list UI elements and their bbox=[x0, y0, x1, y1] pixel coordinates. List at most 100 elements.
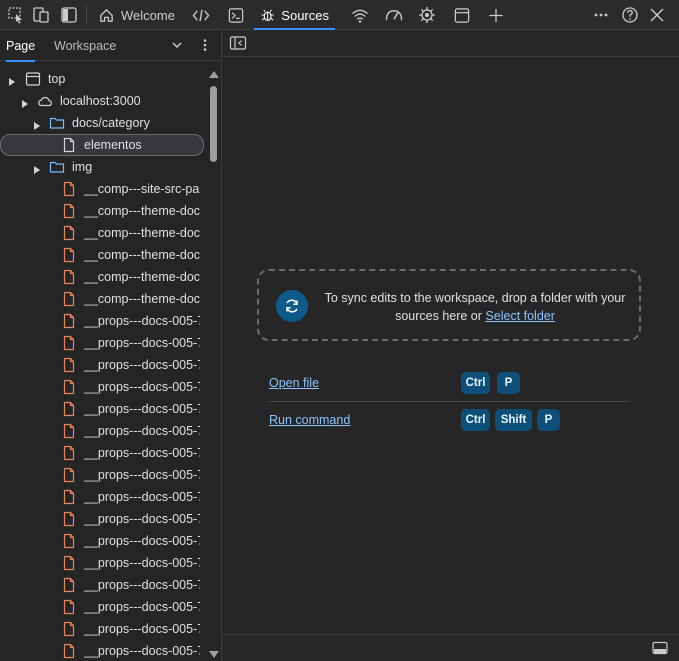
tree-item[interactable]: img bbox=[0, 156, 206, 178]
js-file-icon bbox=[61, 247, 77, 263]
collapse-arrow-icon[interactable] bbox=[33, 163, 41, 174]
tree-item[interactable]: docs/category bbox=[0, 112, 206, 134]
tab-label: Sources bbox=[281, 7, 329, 23]
tab-memory[interactable] bbox=[412, 0, 442, 30]
workspace-drop-zone[interactable]: To sync edits to the workspace, drop a f… bbox=[257, 269, 641, 341]
tab-elements[interactable] bbox=[185, 0, 217, 30]
tree-item[interactable]: __props---docs-005-7... bbox=[0, 464, 206, 486]
collapse-arrow-icon[interactable] bbox=[33, 119, 41, 130]
sync-icon bbox=[276, 290, 308, 322]
tree-item-label: __props---docs-005-7... bbox=[84, 424, 200, 438]
tab-performance[interactable] bbox=[378, 0, 410, 30]
expand-arrow-icon[interactable] bbox=[8, 75, 16, 86]
tree-item[interactable]: __props---docs-005-7... bbox=[0, 618, 206, 640]
js-file-icon bbox=[61, 269, 77, 285]
tab-sources[interactable]: Sources bbox=[254, 0, 335, 30]
close-icon[interactable] bbox=[646, 4, 668, 26]
help-icon[interactable] bbox=[619, 4, 641, 26]
scroll-down-arrow[interactable] bbox=[209, 651, 219, 658]
tree-item[interactable]: __props---docs-005-7... bbox=[0, 552, 206, 574]
tree-item[interactable]: __props---docs-005-7... bbox=[0, 354, 206, 376]
expand-arrow-icon[interactable] bbox=[21, 97, 29, 108]
tab-console[interactable] bbox=[221, 0, 251, 30]
tree-item[interactable]: __props---docs-005-7... bbox=[0, 442, 206, 464]
add-tab-button[interactable] bbox=[481, 0, 511, 30]
tree-item[interactable]: __props---docs-005-7... bbox=[0, 310, 206, 332]
tree-item-label: __props---docs-005-7... bbox=[84, 644, 200, 658]
run-command-link[interactable]: Run command bbox=[269, 413, 350, 427]
tree-item[interactable]: __props---docs-005-7... bbox=[0, 376, 206, 398]
tab-welcome[interactable]: Welcome bbox=[92, 0, 181, 30]
toggle-drawer-icon[interactable] bbox=[652, 641, 668, 655]
scroll-up-arrow[interactable] bbox=[209, 71, 219, 78]
js-file-icon bbox=[61, 291, 77, 307]
tree-item[interactable]: __props---docs-005-7... bbox=[0, 420, 206, 442]
tree-item[interactable]: __props---docs-005-7... bbox=[0, 508, 206, 530]
tree-item-label: __props---docs-005-7... bbox=[84, 380, 200, 394]
js-file-icon bbox=[61, 467, 77, 483]
tree-item[interactable]: __props---docs-005-7... bbox=[0, 574, 206, 596]
drop-zone-text: To sync edits to the workspace, drop a f… bbox=[324, 291, 626, 323]
tree-item[interactable]: elementos bbox=[0, 134, 204, 156]
js-file-icon bbox=[61, 643, 77, 659]
toggle-navigator-icon[interactable] bbox=[229, 35, 247, 51]
code-brackets-icon bbox=[192, 9, 210, 21]
tab-application[interactable] bbox=[447, 0, 477, 30]
tree-item[interactable]: __comp---theme-doc... bbox=[0, 200, 206, 222]
tree-item[interactable]: __props---docs-005-7... bbox=[0, 332, 206, 354]
js-file-icon bbox=[61, 401, 77, 417]
shortcut-key: P bbox=[537, 409, 560, 431]
navigator-menu-icon[interactable] bbox=[196, 36, 214, 54]
tree-item[interactable]: top bbox=[0, 68, 206, 90]
tree-item[interactable]: __comp---site-src-pa... bbox=[0, 178, 206, 200]
tree-item-label: __comp---site-src-pa... bbox=[84, 182, 200, 196]
editor-status-bar bbox=[222, 634, 679, 661]
tree-item-label: __props---docs-005-7... bbox=[84, 534, 200, 548]
tree-item[interactable]: __comp---theme-doc... bbox=[0, 288, 206, 310]
editor-area: To sync edits to the workspace, drop a f… bbox=[222, 30, 679, 661]
js-file-icon bbox=[61, 621, 77, 637]
tab-page[interactable]: Page bbox=[6, 30, 36, 62]
dock-sidebar-icon[interactable] bbox=[58, 4, 80, 26]
cloud-icon bbox=[37, 93, 53, 109]
tree-item-label: __props---docs-005-7... bbox=[84, 402, 200, 416]
tree-item-label: img bbox=[72, 160, 93, 174]
devtools-toolbar: Welcome Sources bbox=[0, 0, 679, 30]
chevron-down-icon[interactable] bbox=[168, 36, 186, 54]
tree-item[interactable]: __props---docs-005-7... bbox=[0, 486, 206, 508]
tree-item[interactable]: __comp---theme-doc... bbox=[0, 244, 206, 266]
tree-item-label: __props---docs-005-7... bbox=[84, 600, 200, 614]
device-emulation-icon[interactable] bbox=[30, 4, 52, 26]
tree-item[interactable]: __props---docs-005-7... bbox=[0, 398, 206, 420]
shortcut-key: P bbox=[497, 372, 520, 394]
run-command-action: Run command Ctrl Shift P bbox=[269, 409, 629, 431]
open-file-link[interactable]: Open file bbox=[269, 376, 319, 390]
tree-item-label: __comp---theme-doc... bbox=[84, 248, 200, 262]
file-tree: top localhost:3000 docs/category elementos i… bbox=[0, 68, 206, 661]
actions-divider bbox=[269, 401, 629, 402]
inspect-element-icon[interactable] bbox=[5, 4, 27, 26]
tree-item-label: __comp---theme-doc... bbox=[84, 292, 200, 306]
tree-scrollbar[interactable] bbox=[206, 68, 221, 661]
tree-item-label: __props---docs-005-7... bbox=[84, 314, 200, 328]
tree-item[interactable]: __props---docs-005-7... bbox=[0, 640, 206, 661]
select-folder-link[interactable]: Select folder bbox=[485, 309, 554, 323]
shortcut-key: Ctrl bbox=[461, 372, 490, 394]
tree-item[interactable]: __props---docs-005-7... bbox=[0, 596, 206, 618]
tab-network[interactable] bbox=[344, 0, 376, 30]
scroll-thumb[interactable] bbox=[210, 86, 217, 162]
tree-item[interactable]: __props---docs-005-7... bbox=[0, 530, 206, 552]
js-file-icon bbox=[61, 313, 77, 329]
tree-item[interactable]: localhost:3000 bbox=[0, 90, 206, 112]
tree-item[interactable]: __comp---theme-doc... bbox=[0, 266, 206, 288]
more-options-icon[interactable] bbox=[590, 4, 612, 26]
bug-icon bbox=[261, 9, 274, 22]
tree-item[interactable]: __comp---theme-doc... bbox=[0, 222, 206, 244]
tree-item-label: __comp---theme-doc... bbox=[84, 204, 200, 218]
plus-icon bbox=[489, 8, 503, 22]
folder-icon bbox=[49, 159, 65, 175]
editor-toolbar bbox=[222, 30, 679, 57]
tab-workspace[interactable]: Workspace bbox=[54, 30, 116, 61]
tree-item-label: __props---docs-005-7... bbox=[84, 468, 200, 482]
navigator-tabs: Page Workspace bbox=[0, 30, 222, 62]
